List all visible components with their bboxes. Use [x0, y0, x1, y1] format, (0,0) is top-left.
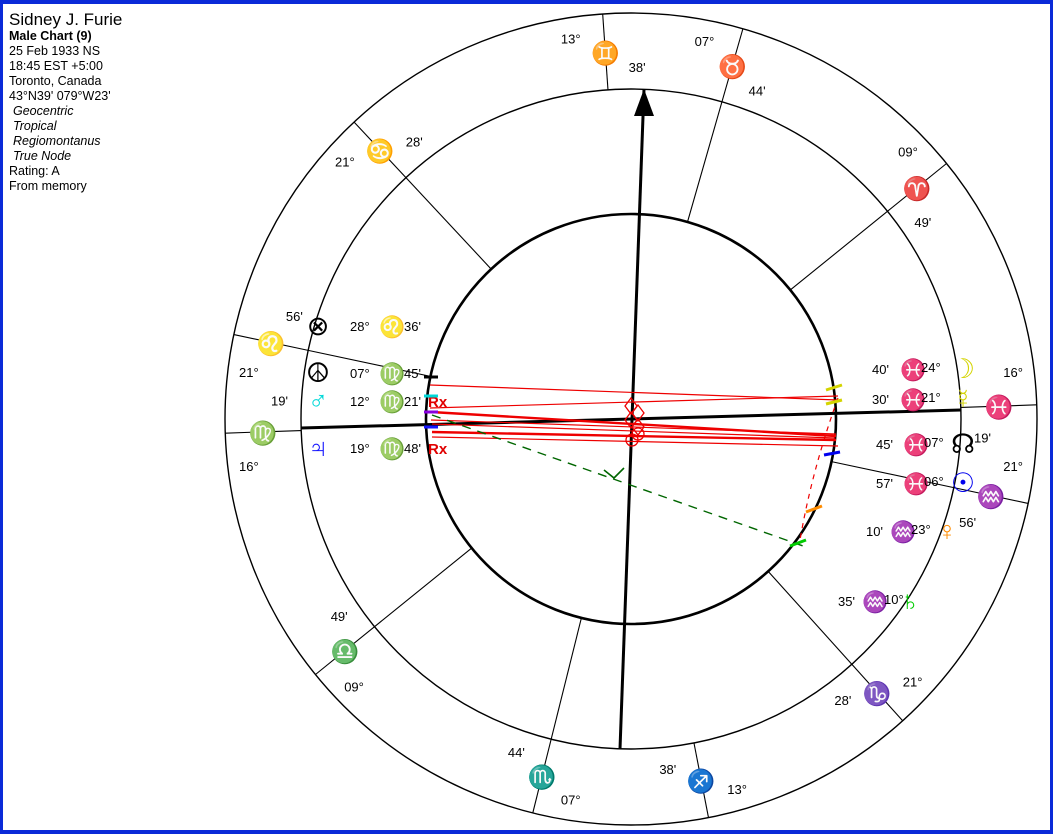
planet-minute-mars: 21': [404, 394, 421, 409]
planet-degree-venus: 23°: [911, 522, 931, 537]
natal-chart-window: Sidney J. Furie Male Chart (9) 25 Feb 19…: [0, 0, 1053, 834]
planet-degree-south-node: 07°: [350, 366, 370, 381]
cusp-degree-c3: 07°: [561, 792, 581, 807]
cusp-degree-c5: 21°: [903, 675, 923, 690]
house-line-c11: [405, 177, 492, 270]
cusp-sign-glyph-c12: ♌: [257, 330, 286, 357]
planet-degree-jupiter: 19°: [350, 441, 370, 456]
planet-minute-north-node: 45': [876, 437, 893, 452]
aspect-symbol-cluster: [624, 396, 645, 447]
aspect-line-group: [429, 384, 839, 548]
planet-minute-jupiter: 48': [404, 441, 421, 456]
planet-minute-sun: 57': [876, 476, 893, 491]
planet-degree-saturn: 10°: [884, 592, 904, 607]
aspect-dotted-arc: [799, 397, 839, 541]
cusp-degree-mc: 13°: [561, 32, 581, 47]
planet-degree-mercury: 21°: [921, 390, 941, 405]
planet-degree-fortune: 28°: [350, 319, 370, 334]
cusp-minute-c9: 44': [749, 83, 766, 98]
planet-minute-mercury: 30': [872, 392, 889, 407]
house-line-c5: [767, 570, 853, 665]
cusp-degree-c12: 21°: [239, 365, 259, 380]
cusp-degree-c11: 21°: [335, 154, 355, 169]
planet-glyph-mars: ♂: [308, 386, 328, 416]
cusp-degree-ic: 13°: [727, 782, 747, 797]
cusp-sign-glyph-c2: ♎: [331, 639, 360, 666]
cusp-minute-c3: 44': [508, 745, 525, 760]
cusp-minute-c6: 56': [959, 515, 976, 530]
cusp-minute-mc: 38': [629, 60, 646, 75]
cusp-minute-ic: 38': [659, 762, 676, 777]
planet-minute-venus: 10': [866, 524, 883, 539]
cusp-sign-glyph-c8: ♈: [903, 175, 932, 202]
tick-mercury: [825, 398, 843, 406]
planet-degree-north-node: 07°: [924, 435, 944, 450]
planet-minute-south-node: 45': [404, 366, 421, 381]
planet-glyph-moon: ☽: [951, 354, 975, 384]
mc-arrow-icon: [634, 89, 654, 116]
cusp-degree-c9: 07°: [695, 34, 715, 49]
house-line-c3: [550, 617, 582, 740]
planet-minute-saturn: 35': [838, 594, 855, 609]
cusp-degree-c2: 09°: [344, 679, 364, 694]
cusp-minute-asc: 19': [271, 394, 288, 409]
planet-glyph-venus: ♀: [937, 516, 957, 546]
cusp-minute-c11: 28': [406, 135, 423, 150]
planet-degree-moon: 24°: [921, 360, 941, 375]
planet-glyph-jupiter: ♃: [308, 433, 328, 463]
planet-sign-glyph-south-node: ♍: [379, 361, 405, 386]
planet-glyph-mercury: ☿: [953, 384, 973, 414]
tick-sun: [823, 450, 841, 457]
planet-sign-glyph-jupiter: ♍: [379, 436, 405, 461]
cusp-degree-dsc: 16°: [1003, 365, 1023, 380]
planet-glyph-fortune: ⊗: [307, 311, 330, 341]
cusp-minute-c5: 28': [834, 693, 851, 708]
cusp-degree-c6: 21°: [1003, 459, 1023, 474]
planet-right-group: ☽40' ♓24°☿30' ♓21°☊45' ♓07°☉57' ♓06°♀10' ♒23°…: [838, 354, 975, 616]
house-line-c9: [686, 101, 723, 223]
cusp-minute-c12: 56': [286, 309, 303, 324]
house-line-c2: [374, 547, 473, 628]
aspect-sextile-marker-icon: [603, 467, 625, 480]
cusp-sign-glyph-ic: ♐: [687, 768, 716, 795]
cusp-sign-glyph-c6: ♒: [977, 484, 1006, 511]
house-line-c8: [789, 210, 888, 291]
cusp-degree-asc: 16°: [239, 459, 259, 474]
cusp-sign-glyph-c11: ♋: [366, 138, 395, 165]
planet-minute-moon: 40': [872, 362, 889, 377]
chart-wheel: ♊ 13° 38' ♋ 21° 28' ♌ 21° 56' ♍ 16° 19' ♎ 09° 49' ♏ 07° 4…: [224, 12, 1038, 826]
cusp-sign-glyph-dsc: ♓: [984, 394, 1013, 421]
cusp-minute-c8: 49': [914, 215, 931, 230]
cusp-degree-c8: 09°: [898, 145, 918, 160]
cusp-sign-glyph-c9: ♉: [718, 53, 747, 80]
planet-minute-fortune: 36': [404, 319, 421, 334]
cusp-sign-glyph-mc: ♊: [591, 40, 620, 67]
planet-degree-sun: 06°: [924, 474, 944, 489]
retrograde-marker-jupiter: Rx: [428, 441, 448, 458]
planet-glyph-sun: ☉: [951, 468, 975, 498]
aspect-opposition-4: [430, 419, 837, 435]
cusp-sign-glyph-c5: ♑: [863, 680, 892, 707]
tick-saturn: [789, 538, 807, 548]
planet-glyph-north-node: ☊: [951, 429, 975, 459]
cusp-minute-c2: 49': [331, 609, 348, 624]
cusp-minute-dsc: 19': [974, 430, 991, 445]
planet-glyph-south-node: ☮: [306, 358, 330, 388]
cusp-sign-glyph-c3: ♏: [528, 764, 557, 791]
cusp-sign-glyph-asc: ♍: [249, 420, 278, 447]
planet-degree-mars: 12°: [350, 394, 370, 409]
planet-sign-glyph-mars: ♍: [379, 389, 405, 414]
planet-sign-glyph-fortune: ♌: [379, 314, 405, 339]
